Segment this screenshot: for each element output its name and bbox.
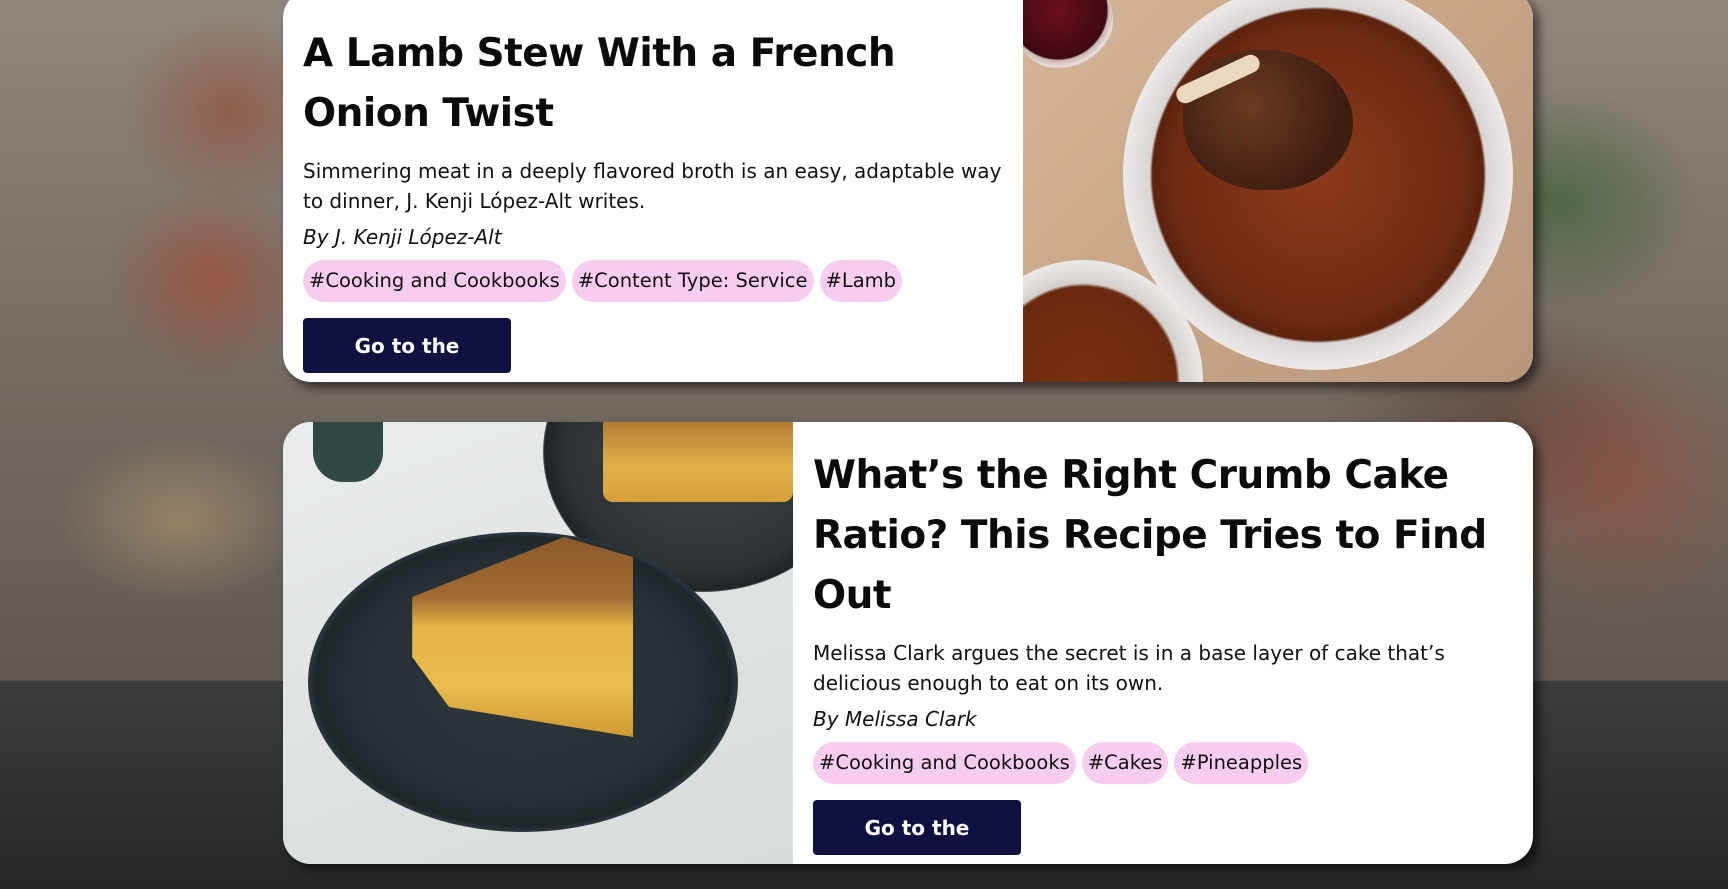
tag[interactable]: #Cooking and Cookbooks: [303, 260, 566, 302]
wine-glass-shape: [1023, 0, 1113, 70]
tag-list: #Cooking and Cookbooks #Cakes #Pineapple…: [813, 742, 1513, 784]
article-description: Simmering meat in a deeply flavored brot…: [303, 159, 1002, 213]
stew-bowl-shape: [1123, 0, 1513, 370]
article-description: Melissa Clark argues the secret is in a …: [813, 641, 1445, 695]
article-card: What’s the Right Crumb Cake Ratio? This …: [283, 422, 1533, 864]
tag[interactable]: #Lamb: [819, 260, 903, 302]
article-card-content: What’s the Right Crumb Cake Ratio? This …: [793, 422, 1533, 864]
go-to-website-button[interactable]: Go to the website: [813, 800, 1021, 855]
lamb-shank-shape: [1183, 50, 1353, 190]
go-to-website-button[interactable]: Go to the website: [303, 318, 511, 373]
back-cake-shape: [603, 422, 793, 502]
tag[interactable]: #Cooking and Cookbooks: [813, 742, 1076, 784]
article-title: What’s the Right Crumb Cake Ratio? This …: [813, 453, 1487, 618]
tag[interactable]: #Content Type: Service: [571, 260, 814, 302]
article-card: A Lamb Stew With a French Onion Twist Si…: [283, 0, 1533, 382]
article-author: By Melissa Clark: [813, 707, 977, 731]
tag[interactable]: #Pineapples: [1174, 742, 1309, 784]
lamb-stew-photo: [1023, 0, 1533, 382]
bottle-shape: [313, 422, 383, 482]
article-card-content: A Lamb Stew With a French Onion Twist Si…: [283, 0, 1023, 382]
tag[interactable]: #Cakes: [1081, 742, 1169, 784]
tag-list: #Cooking and Cookbooks #Content Type: Se…: [303, 260, 1003, 302]
crumb-cake-photo: [283, 422, 793, 864]
article-author: By J. Kenji López-Alt: [303, 225, 502, 249]
article-title: A Lamb Stew With a French Onion Twist: [303, 31, 896, 136]
